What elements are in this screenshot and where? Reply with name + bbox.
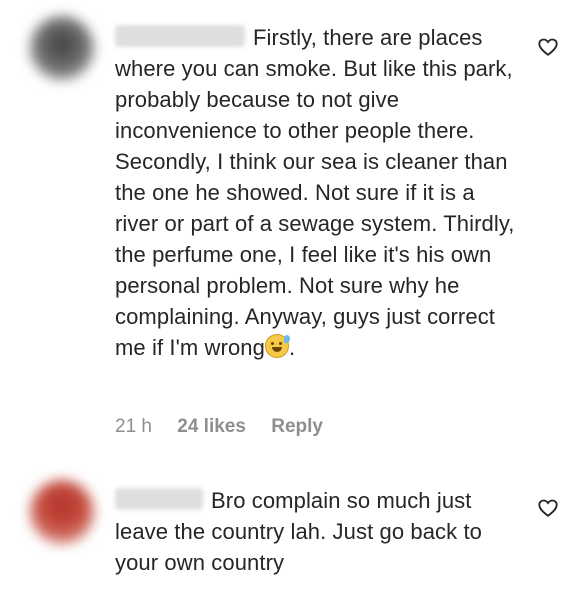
reply-button[interactable]: Reply [271, 416, 323, 437]
comment-body: Firstly, there are places where you can … [115, 25, 515, 360]
likes-count[interactable]: 24 likes [177, 416, 246, 437]
avatar[interactable] [30, 16, 94, 80]
comment-text: Firstly, there are places where you can … [115, 22, 515, 363]
username-redacted[interactable] [115, 25, 245, 48]
comment-text: Bro complain so much just leave the coun… [115, 485, 515, 578]
username-redacted[interactable] [115, 488, 203, 511]
comment-meta: 21 h 24 likes Reply [115, 416, 343, 438]
heart-outline-icon[interactable] [537, 497, 559, 519]
avatar[interactable] [30, 480, 94, 544]
timestamp: 21 h [115, 416, 152, 437]
heart-outline-icon[interactable] [537, 36, 559, 58]
sweat-smile-emoji-icon [264, 334, 290, 358]
